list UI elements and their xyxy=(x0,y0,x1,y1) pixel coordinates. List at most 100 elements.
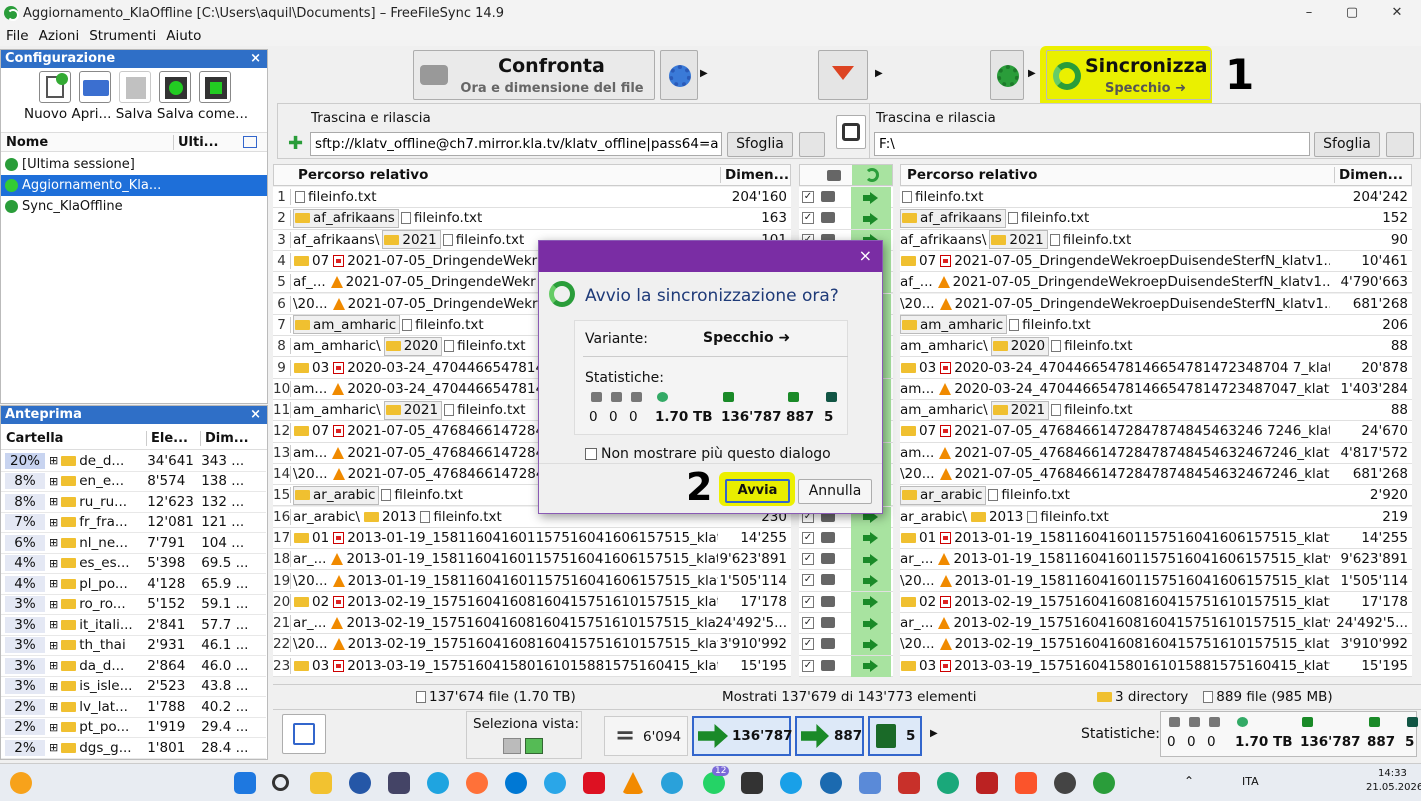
sync-action-cell[interactable] xyxy=(851,613,891,634)
firefox-icon[interactable] xyxy=(466,772,488,794)
expand-icon[interactable]: ⊞ xyxy=(49,598,58,611)
filezilla-icon[interactable] xyxy=(976,772,998,794)
app-icon[interactable] xyxy=(898,772,920,794)
app-icon[interactable] xyxy=(505,772,527,794)
compare-cell[interactable]: ✓ xyxy=(799,613,893,635)
preview-row[interactable]: 3% ⊞ ro_ro... 5'152 59.1 ... xyxy=(1,595,266,615)
table-row[interactable]: \20... 2021-07-05_DringendeWekroepDuisend… xyxy=(900,293,1412,315)
include-checkbox[interactable]: ✓ xyxy=(802,531,814,544)
table-row[interactable]: am... 2021-07-05_476846614728478748454632… xyxy=(900,442,1412,464)
sync-action-cell[interactable] xyxy=(851,527,891,549)
table-row[interactable]: \20... 2013-02-19_15751604160816041575161… xyxy=(900,634,1412,656)
app-icon[interactable] xyxy=(820,772,842,794)
vlc-icon[interactable] xyxy=(622,772,644,794)
table-row[interactable]: 17 01 2013-01-19_1581160416011575160416061… xyxy=(273,527,791,550)
menu-help[interactable]: Aiuto xyxy=(166,28,201,44)
minimize-button[interactable]: – xyxy=(1287,0,1331,26)
table-row[interactable]: 07 2021-07-05_47684661472847874845463246 … xyxy=(900,421,1412,443)
preview-row[interactable]: 4% ⊞ es_es... 5'398 69.5 ... xyxy=(1,554,266,574)
table-row[interactable]: af_afrikaans\ 2021 fileinfo.txt 90 xyxy=(900,229,1412,251)
table-row[interactable]: am... 2020-03-24_470446654781466547814723… xyxy=(900,378,1412,400)
right-col-path[interactable]: Percorso relativo xyxy=(907,167,1037,183)
right-path-input[interactable] xyxy=(874,132,1310,156)
compare-cell[interactable]: ✓ xyxy=(799,208,893,230)
edge-icon[interactable] xyxy=(427,772,449,794)
new-config-icon[interactable] xyxy=(39,71,71,103)
preview-row[interactable]: 8% ⊞ en_e... 8'574 138 ... xyxy=(1,472,266,492)
filter-arrow[interactable]: ▶ xyxy=(875,68,883,79)
dont-show-checkbox[interactable]: Non mostrare più questo dialogo xyxy=(585,446,831,462)
col-size[interactable]: Dim... xyxy=(200,431,249,446)
include-checkbox[interactable]: ✓ xyxy=(802,574,814,587)
expand-icon[interactable]: ⊞ xyxy=(49,454,58,467)
table-row[interactable]: ar_arabic\ 2013 fileinfo.txt 219 xyxy=(900,506,1412,528)
compare-column-icon[interactable] xyxy=(827,170,841,181)
open-config-icon[interactable] xyxy=(79,71,111,103)
expand-icon[interactable]: ⊞ xyxy=(49,741,58,754)
compare-cell[interactable]: ✓ xyxy=(799,527,893,550)
expand-icon[interactable]: ⊞ xyxy=(49,618,58,631)
preview-row[interactable]: 8% ⊞ ru_ru... 12'623 132 ... xyxy=(1,492,266,513)
tray-date[interactable]: 21.05.2026 xyxy=(1366,782,1421,793)
table-row[interactable]: 07 2021-07-05_DringendeWekroepDuisendeSte… xyxy=(900,250,1412,273)
table-row[interactable]: am_amharic\ 2020 fileinfo.txt 88 xyxy=(900,336,1412,358)
expand-icon[interactable]: ⊞ xyxy=(49,577,58,590)
sync-settings-arrow[interactable]: ▶ xyxy=(1028,68,1036,79)
preview-row[interactable]: 3% ⊞ th_thai 2'931 46.1 ... xyxy=(1,636,266,656)
view-sync-icon[interactable] xyxy=(525,738,543,754)
include-checkbox[interactable]: ✓ xyxy=(802,191,814,203)
synchronize-button[interactable]: Sincronizza Specchio ➜ xyxy=(1046,50,1211,100)
sync-action-cell[interactable] xyxy=(851,549,891,571)
table-row[interactable]: 1 fileinfo.txt 204'160 xyxy=(273,187,791,209)
include-checkbox[interactable]: ✓ xyxy=(802,638,814,651)
left-col-path[interactable]: Percorso relativo xyxy=(298,167,428,183)
brave-icon[interactable] xyxy=(1015,772,1037,794)
app-icon[interactable] xyxy=(859,772,881,794)
preview-row[interactable]: 20% ⊞ de_d... 34'641 343 ... xyxy=(1,451,266,472)
app-icon[interactable] xyxy=(388,772,410,794)
table-row[interactable]: 01 2013-01-19_158116041601157516041606157… xyxy=(900,527,1412,550)
start-icon[interactable] xyxy=(234,772,256,794)
save-batch-icon[interactable] xyxy=(199,71,231,103)
sync-action-cell[interactable] xyxy=(851,591,891,613)
expand-icon[interactable]: ⊞ xyxy=(49,516,58,529)
compare-button[interactable]: Confronta Ora e dimensione del file xyxy=(413,50,655,100)
menu-actions[interactable]: Azioni xyxy=(39,28,80,44)
table-row[interactable]: ar_arabic fileinfo.txt 2'920 xyxy=(900,485,1412,507)
col-last[interactable]: Ulti... xyxy=(173,135,219,150)
table-row[interactable]: 18 ar_... 2013-01-19_158116041601157516041… xyxy=(273,549,791,571)
compare-cell[interactable]: ✓ xyxy=(799,655,893,677)
left-path-input[interactable] xyxy=(310,132,722,156)
preview-row[interactable]: 7% ⊞ fr_fra... 12'081 121 ... xyxy=(1,513,266,533)
close-button[interactable]: ✕ xyxy=(1375,0,1419,26)
table-row[interactable]: am_amharic\ 2021 fileinfo.txt 88 xyxy=(900,400,1412,422)
config-item-sync-klaoffline[interactable]: Sync_KlaOffline xyxy=(1,196,267,217)
left-cloud-button[interactable] xyxy=(799,132,825,157)
app-icon[interactable] xyxy=(741,772,763,794)
tray-language[interactable]: ITA xyxy=(1242,775,1259,788)
table-row[interactable]: 22 \20... 2013-02-19_157516041608160415751… xyxy=(273,634,791,656)
start-button[interactable]: Avvia xyxy=(725,479,790,503)
expand-icon[interactable]: ⊞ xyxy=(49,639,58,652)
telegram-icon[interactable] xyxy=(661,772,683,794)
sync-action-cell[interactable] xyxy=(851,634,891,656)
expand-icon[interactable]: ⊞ xyxy=(49,536,58,549)
expand-icon[interactable]: ⊞ xyxy=(49,475,58,488)
sync-action-cell[interactable] xyxy=(851,187,891,208)
maximize-button[interactable]: ▢ xyxy=(1330,0,1374,26)
table-row[interactable]: ar_... 2013-02-19_15751604160816041575161… xyxy=(900,613,1412,635)
log-button[interactable] xyxy=(282,714,326,754)
col-folder[interactable]: Cartella xyxy=(6,431,63,446)
table-row[interactable]: af_afrikaans fileinfo.txt 152 xyxy=(900,208,1412,230)
menu-file[interactable]: File xyxy=(6,28,29,44)
config-item-aggiornamento[interactable]: Aggiornamento_Kla... xyxy=(1,175,267,196)
app-icon[interactable] xyxy=(937,772,959,794)
compare-settings-arrow[interactable]: ▶ xyxy=(700,68,708,79)
compare-cell[interactable]: ✓ xyxy=(799,549,893,571)
filter-delete-button[interactable]: 5 xyxy=(868,716,922,756)
expand-icon[interactable]: ⊞ xyxy=(49,495,58,508)
swap-sides-button[interactable] xyxy=(836,115,866,149)
add-folder-pair-icon[interactable]: ✚ xyxy=(288,135,303,153)
filter-create-button[interactable]: 136'787 xyxy=(692,716,793,756)
preview-row[interactable]: 2% ⊞ lv_lat... 1'788 40.2 ... xyxy=(1,697,266,718)
